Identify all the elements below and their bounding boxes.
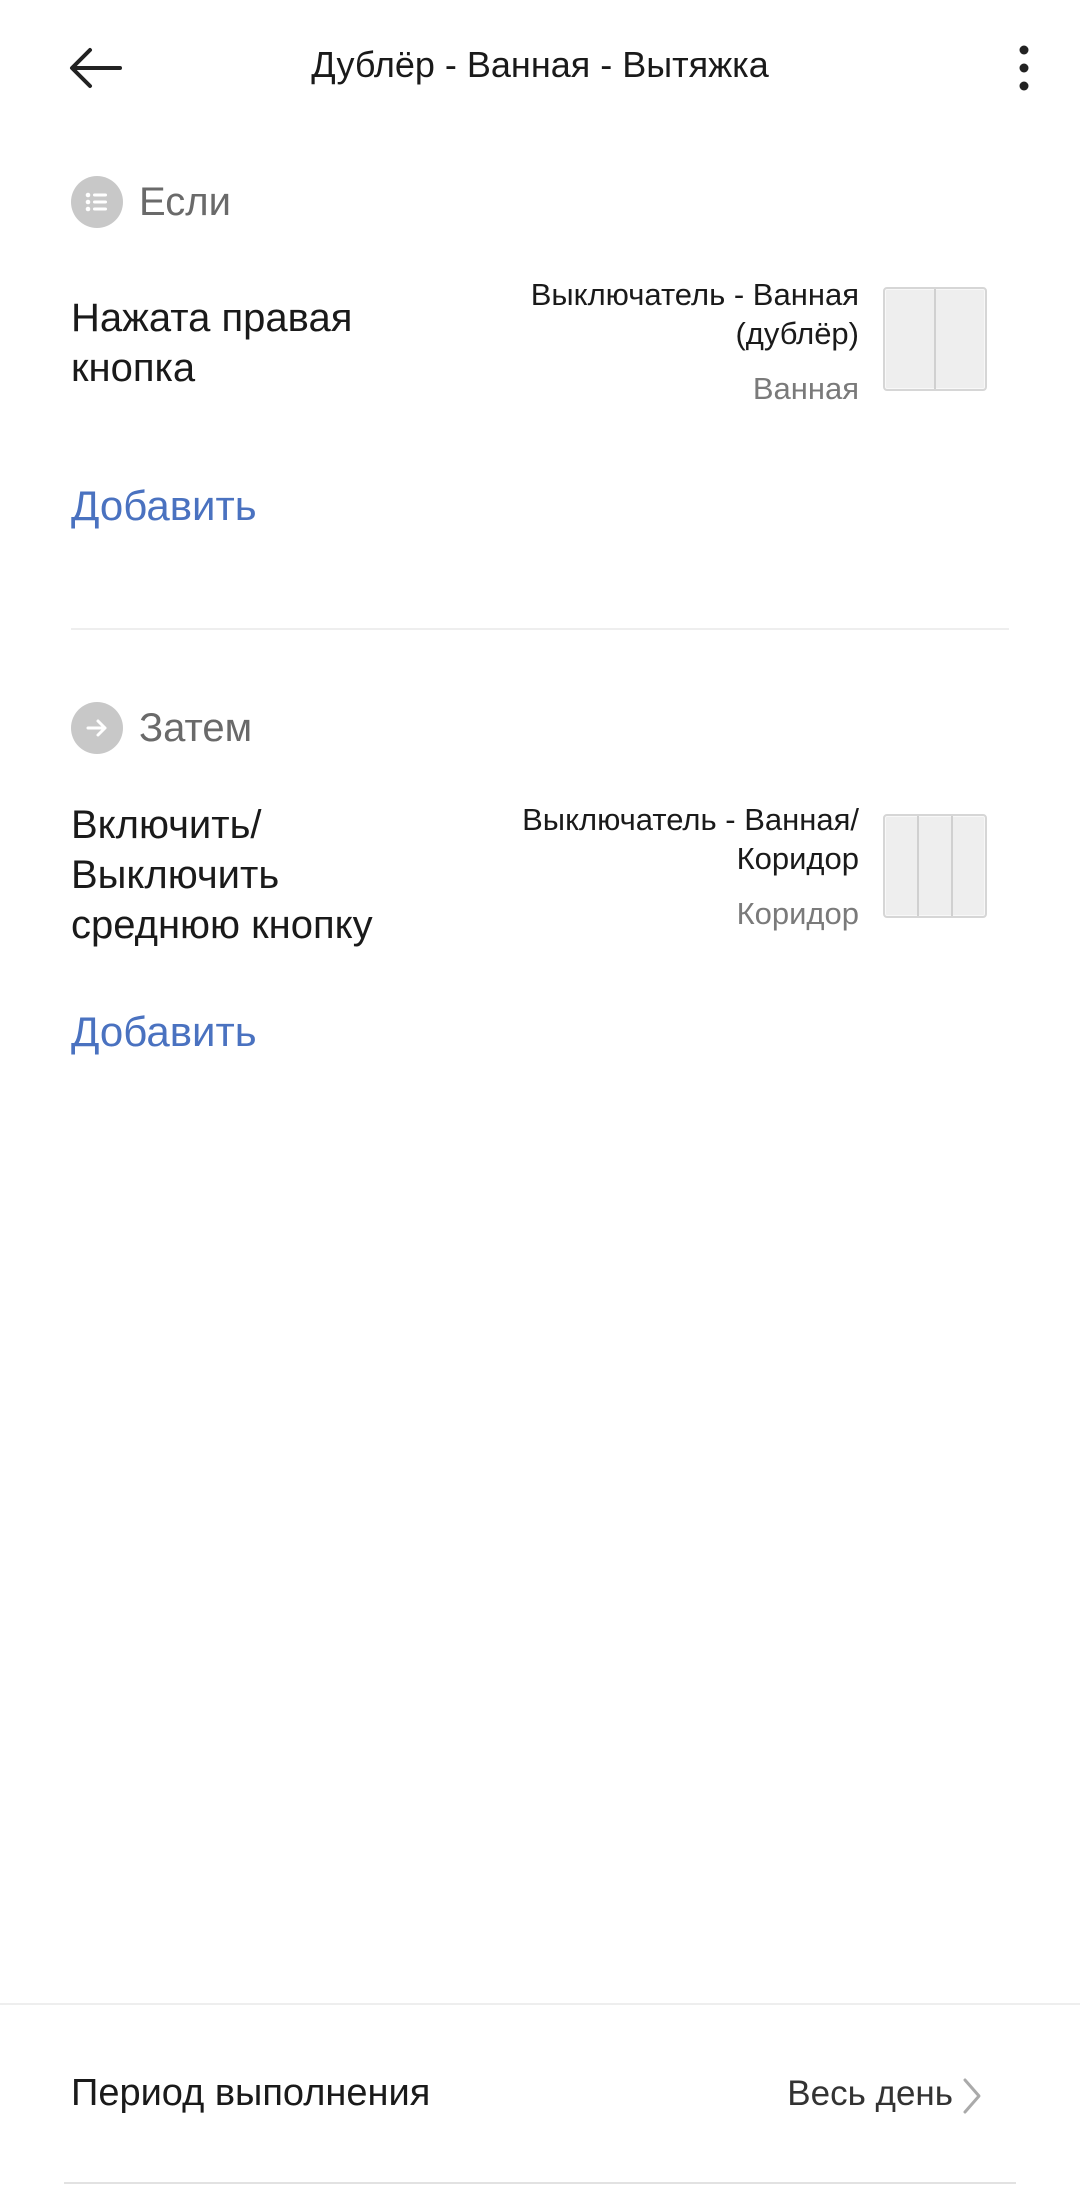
if-section-label: Если [139, 179, 231, 224]
condition-device-info: Выключатель - Ванная (дублёр) Ванная [439, 275, 859, 407]
chevron-right-icon [961, 2074, 985, 2118]
then-add-link[interactable]: Добавить [71, 1008, 257, 1056]
list-icon [71, 176, 123, 228]
back-arrow-icon[interactable] [64, 36, 128, 100]
arrow-right-icon [71, 702, 123, 754]
period-label: Период выполнения [71, 2072, 431, 2114]
action-device-room: Коридор [736, 896, 859, 931]
footer-divider [0, 2003, 1080, 2005]
section-divider [71, 628, 1009, 630]
top-bar: Дублёр - Ванная - Вытяжка [0, 0, 1080, 140]
condition-row[interactable]: Нажата правая кнопка Выключатель - Ванна… [71, 275, 1009, 425]
then-section-header: Затем [71, 702, 252, 754]
action-row[interactable]: Включить/ Выключить среднюю кнопку Выклю… [71, 800, 1009, 960]
period-value: Весь день [787, 2074, 953, 2113]
if-section-header: Если [71, 176, 231, 228]
condition-action-text: Нажата правая кнопка [71, 296, 353, 390]
more-vertical-icon[interactable] [1012, 36, 1036, 100]
if-add-link[interactable]: Добавить [71, 482, 257, 530]
condition-device-room: Ванная [752, 371, 859, 406]
two-key-switch-icon [883, 287, 987, 391]
page-title: Дублёр - Ванная - Вытяжка [311, 44, 769, 85]
action-device-name: Выключатель - Ванная/ Коридор [522, 802, 859, 876]
then-section-label: Затем [139, 705, 253, 750]
then-action-text: Включить/ Выключить среднюю кнопку [71, 803, 373, 947]
bottom-divider [64, 2182, 1016, 2184]
execution-period-row[interactable]: Период выполнения Весь день [71, 2060, 1009, 2130]
condition-device-name: Выключатель - Ванная (дублёр) [530, 277, 859, 351]
three-key-switch-icon [883, 814, 987, 918]
action-device-info: Выключатель - Ванная/ Коридор Коридор [439, 800, 859, 932]
